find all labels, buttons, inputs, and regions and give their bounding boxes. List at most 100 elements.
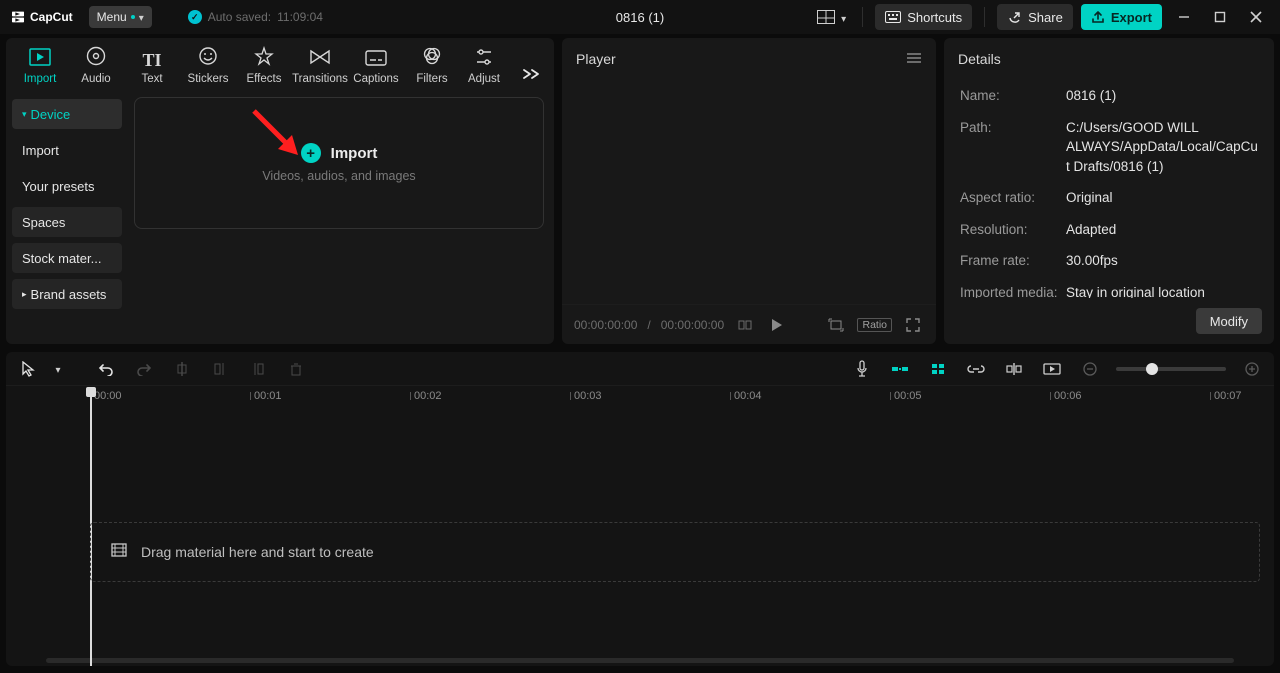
value-imported: Stay in original location [1066, 283, 1205, 298]
ratio-button[interactable]: Ratio [857, 318, 892, 332]
details-title: Details [958, 51, 1001, 67]
separator [862, 7, 863, 27]
tab-transitions[interactable]: Transitions [292, 46, 348, 91]
play-button[interactable] [766, 314, 788, 336]
check-circle-icon: ✓ [188, 10, 202, 24]
zoom-out-button[interactable] [1078, 357, 1102, 381]
menu-button[interactable]: Menu [89, 6, 152, 28]
ruler-tick: 00:03 [574, 390, 602, 402]
tool-tabs: Import Audio TI Text Stickers Effects Tr… [6, 38, 554, 91]
adjust-icon [474, 48, 494, 69]
shortcuts-button[interactable]: Shortcuts [875, 4, 972, 30]
magnet-track-button[interactable] [926, 357, 950, 381]
label-path: Path: [960, 118, 1066, 177]
link-button[interactable] [964, 357, 988, 381]
ruler-tick: 00:02 [414, 390, 442, 402]
tab-effects[interactable]: Effects [236, 44, 292, 91]
sidebar-item-presets[interactable]: Your presets [12, 171, 122, 201]
value-resolution: Adapted [1066, 220, 1116, 240]
timeline-ruler[interactable]: 00:00 00:01 00:02 00:03 00:04 00:05 00:0… [6, 386, 1274, 412]
menu-dot-icon [131, 15, 135, 19]
sidebar-item-spaces[interactable]: Spaces [12, 207, 122, 237]
export-label: Export [1111, 10, 1152, 25]
preview-render-button[interactable] [1040, 357, 1064, 381]
ruler-tick: 00:05 [894, 390, 922, 402]
more-tabs-button[interactable] [514, 57, 548, 91]
timeline-dropzone[interactable]: Drag material here and start to create [90, 522, 1260, 582]
frame-icon[interactable] [825, 314, 847, 336]
timeline-toolbar [6, 352, 1274, 386]
zoom-in-button[interactable] [1240, 357, 1264, 381]
timeline-tracks[interactable]: Drag material here and start to create [6, 412, 1274, 656]
label-imported: Imported media: [960, 283, 1066, 298]
magnet-main-button[interactable] [888, 357, 912, 381]
close-button[interactable] [1242, 3, 1270, 31]
import-dropzone[interactable]: + Import Videos, audios, and images [134, 97, 544, 229]
brand-text: CapCut [30, 10, 73, 24]
tab-text[interactable]: TI Text [124, 49, 180, 91]
player-panel: Player 00:00:00:00 / 00:00:00:00 Ratio [562, 38, 936, 344]
ruler-tick: 00:04 [734, 390, 762, 402]
import-title: Import [331, 145, 378, 162]
tab-adjust[interactable]: Adjust [460, 46, 508, 91]
trim-right-button [246, 357, 270, 381]
details-panel: Details Name:0816 (1) Path:C:/Users/GOOD… [944, 38, 1274, 344]
zoom-handle[interactable] [1146, 363, 1158, 375]
tab-audio[interactable]: Audio [68, 44, 124, 91]
fullscreen-icon[interactable] [902, 314, 924, 336]
sidebar-item-stock[interactable]: Stock mater... [12, 243, 122, 273]
pointer-tool[interactable] [16, 357, 40, 381]
tab-captions[interactable]: Captions [348, 48, 404, 91]
compare-icon[interactable] [734, 314, 756, 336]
sidebar-item-import[interactable]: Import [12, 135, 122, 165]
redo-button [132, 357, 156, 381]
text-icon: TI [142, 51, 161, 69]
trim-left-button [208, 357, 232, 381]
pointer-dropdown[interactable] [46, 357, 70, 381]
player-controls: 00:00:00:00 / 00:00:00:00 Ratio [562, 304, 936, 344]
label-resolution: Resolution: [960, 220, 1066, 240]
caret-right-icon: ▸ [22, 289, 27, 300]
modify-button[interactable]: Modify [1196, 308, 1262, 334]
import-subtitle: Videos, audios, and images [262, 169, 415, 183]
export-button[interactable]: Export [1081, 4, 1162, 30]
ruler-tick: 00:00 [94, 390, 122, 402]
ruler-tick: 00:07 [1214, 390, 1242, 402]
app-logo: CapCut [10, 9, 73, 25]
value-aspect: Original [1066, 188, 1113, 208]
sidebar-item-device[interactable]: ▾Device [12, 99, 122, 129]
autosave-prefix: Auto saved: [208, 10, 271, 24]
mic-button[interactable] [850, 357, 874, 381]
label-aspect: Aspect ratio: [960, 188, 1066, 208]
align-button[interactable] [1002, 357, 1026, 381]
captions-icon [365, 50, 387, 69]
sidebar-item-brand[interactable]: ▸Brand assets [12, 279, 122, 309]
autosave-indicator: ✓ Auto saved: 11:09:04 [188, 10, 323, 24]
chevron-down-icon [139, 10, 144, 24]
time-sep: / [647, 318, 650, 332]
label-framerate: Frame rate: [960, 251, 1066, 271]
tab-filters[interactable]: Filters [404, 44, 460, 91]
layout-preset-button[interactable] [813, 10, 850, 25]
player-menu-icon[interactable] [906, 51, 922, 67]
player-title: Player [576, 51, 616, 67]
share-button[interactable]: Share [997, 4, 1073, 30]
caret-down-icon: ▾ [22, 109, 27, 120]
ruler-tick: 00:01 [254, 390, 282, 402]
player-viewport[interactable] [562, 80, 936, 304]
media-panel: Import Audio TI Text Stickers Effects Tr… [6, 38, 554, 344]
shortcuts-label: Shortcuts [907, 10, 962, 25]
project-title: 0816 (1) [616, 10, 664, 25]
tab-stickers[interactable]: Stickers [180, 44, 236, 91]
minimize-button[interactable] [1170, 3, 1198, 31]
tab-import[interactable]: Import [12, 46, 68, 91]
zoom-slider[interactable] [1116, 367, 1226, 371]
value-framerate: 30.00fps [1066, 251, 1118, 271]
maximize-button[interactable] [1206, 3, 1234, 31]
undo-button[interactable] [94, 357, 118, 381]
filters-icon [422, 46, 442, 69]
value-name: 0816 (1) [1066, 86, 1116, 106]
timeline-scrollbar[interactable] [6, 656, 1274, 666]
transitions-icon [309, 48, 331, 69]
drop-hint: Drag material here and start to create [141, 544, 374, 560]
